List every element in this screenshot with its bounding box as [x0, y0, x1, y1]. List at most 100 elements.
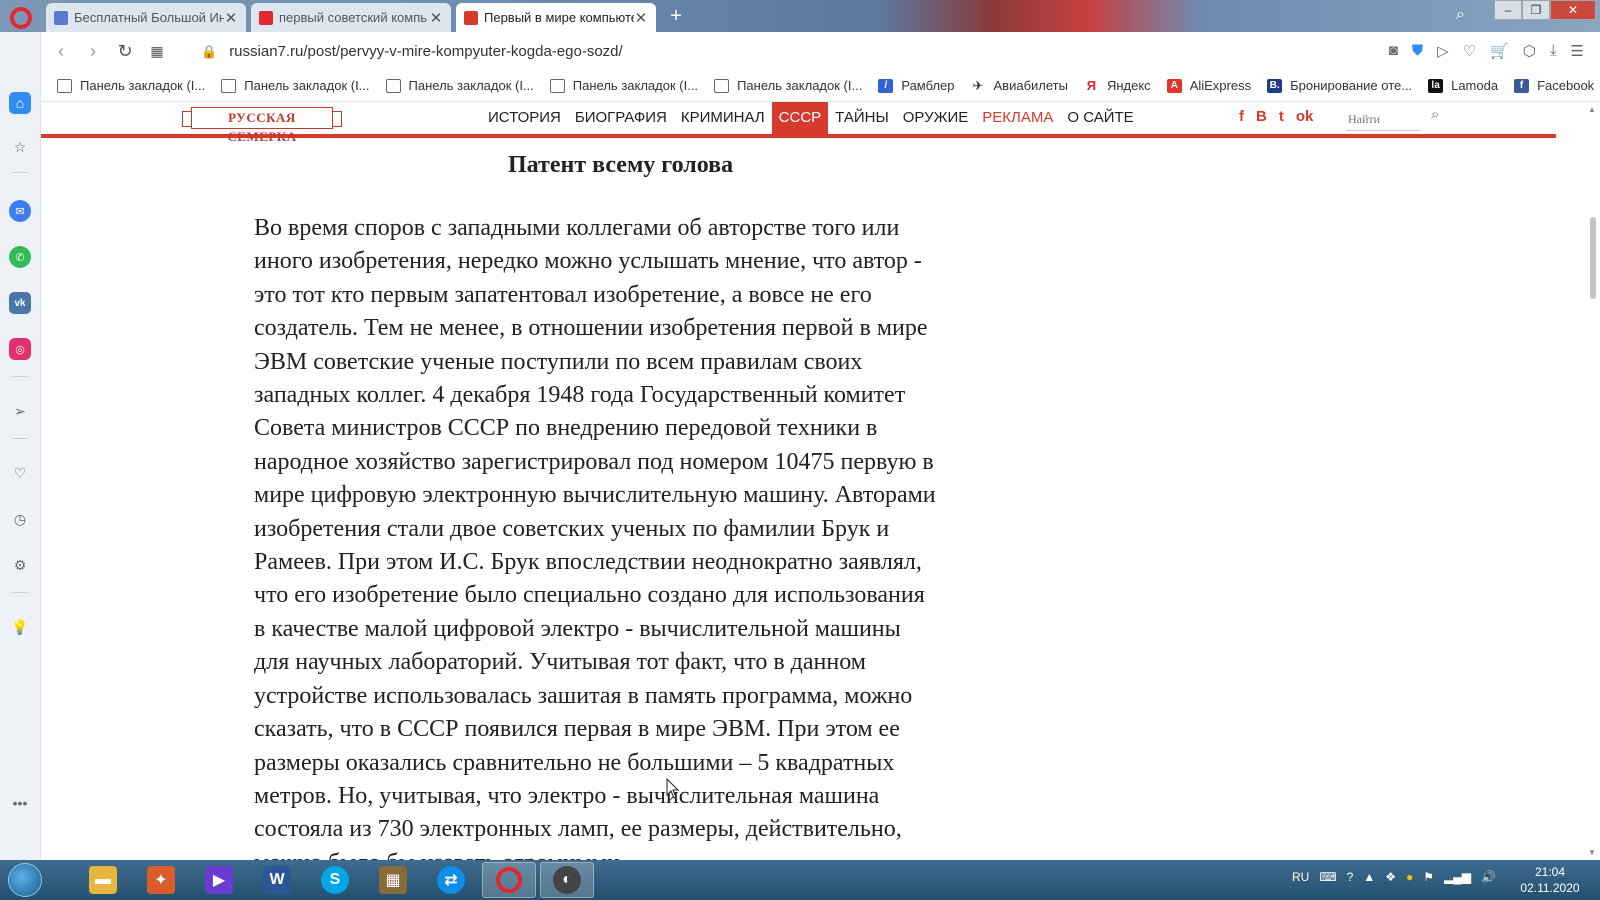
sidebar-divider [12, 172, 28, 173]
scroll-down-arrow-icon[interactable]: ▼ [1588, 848, 1596, 857]
tab-search-icon[interactable]: ⌕ [1456, 6, 1465, 24]
tray-app-icon[interactable]: ● [1406, 870, 1413, 884]
bookmark-folder-4[interactable]: Панель закладок (I... [549, 78, 698, 93]
vk-icon[interactable]: vk [9, 292, 31, 314]
nav-item-reklama[interactable]: РЕКЛАМА [975, 102, 1060, 134]
lamoda-icon: la [1428, 78, 1444, 93]
site-search-input[interactable] [1346, 109, 1420, 131]
star-icon[interactable]: ☆ [9, 136, 31, 158]
downloads-icon[interactable]: ⤓ [1550, 42, 1557, 60]
bookmark-heart-icon[interactable]: ♡ [1463, 42, 1476, 60]
taskbar-app-opera[interactable] [482, 862, 536, 898]
reload-icon[interactable]: ↻ [109, 41, 141, 62]
tab-1[interactable]: Бесплатный Большой Инт ✕ [46, 3, 246, 32]
bookmark-folder-2[interactable]: Панель закладок (I... [221, 78, 370, 93]
extensions-cube-icon[interactable]: ⬡ [1523, 42, 1536, 60]
taskbar-app-teamviewer[interactable]: ⇄ [424, 862, 478, 898]
settings-gear-icon[interactable]: ⚙ [9, 554, 31, 576]
odnoklassniki-social-icon[interactable]: ok [1296, 108, 1314, 125]
network-signal-icon[interactable]: ▂▄▆ [1444, 870, 1471, 884]
bookmark-folder-5[interactable]: Панель закладок (I... [714, 78, 862, 93]
folder-icon [549, 78, 565, 93]
twitter-social-icon[interactable]: t [1279, 108, 1284, 125]
tab-2[interactable]: первый советский компь ✕ [251, 3, 451, 32]
taskbar-app-explorer[interactable]: ▬ [76, 862, 130, 898]
home-icon[interactable]: ⌂ [9, 92, 31, 114]
minimize-button[interactable]: – [1494, 0, 1522, 20]
start-button[interactable] [8, 863, 42, 897]
tab-close-icon[interactable]: ✕ [634, 9, 648, 27]
bookmark-rambler[interactable]: / Рамблер [878, 78, 955, 93]
send-icon[interactable]: ➢ [9, 400, 31, 422]
forward-arrow-icon[interactable]: › [77, 41, 109, 62]
speed-dial-grid-icon[interactable]: ▦ [141, 43, 173, 60]
app-icon: ✦ [147, 866, 175, 894]
bookmark-facebook[interactable]: f Facebook [1514, 78, 1594, 93]
taskbar-app-2[interactable]: ✦ [134, 862, 188, 898]
site-logo[interactable]: РУССКАЯ СЕМЕРКА [182, 107, 342, 144]
bookmark-booking[interactable]: B. Бронирование оте... [1267, 78, 1412, 93]
whatsapp-icon[interactable]: ✆ [9, 246, 31, 268]
new-tab-button[interactable]: + [664, 6, 688, 28]
tab-close-icon[interactable]: ✕ [224, 9, 238, 27]
bookmark-aliexpress[interactable]: A AliExpress [1166, 78, 1251, 93]
more-options-icon[interactable]: ••• [9, 792, 31, 814]
volume-icon[interactable]: 🔊 [1481, 870, 1496, 884]
facebook-social-icon[interactable]: f [1239, 108, 1244, 125]
dropbox-icon[interactable]: ❖ [1385, 870, 1396, 884]
opera-menu-icon[interactable] [10, 7, 32, 29]
sidebar-divider [12, 592, 28, 593]
bookmark-folder-3[interactable]: Панель закладок (I... [385, 78, 534, 93]
scrollbar-thumb[interactable] [1590, 217, 1596, 299]
action-center-flag-icon[interactable]: ⚑ [1423, 870, 1434, 884]
help-icon[interactable]: ? [1347, 870, 1354, 884]
lightbulb-icon[interactable]: 💡 [9, 616, 31, 638]
url-field[interactable]: 🔒 russian7.ru/post/pervyy-v-mire-kompyute… [201, 43, 623, 60]
nav-item-biografiya[interactable]: БИОГРАФИЯ [568, 102, 674, 134]
nav-item-tainy[interactable]: ТАЙНЫ [828, 102, 896, 134]
taskbar-app-skype[interactable]: S [308, 862, 362, 898]
nav-item-oruzhie[interactable]: ОРУЖИЕ [896, 102, 976, 134]
shopping-cart-icon[interactable]: 🛒 [1490, 42, 1509, 60]
system-clock[interactable]: 21:04 02.11.2020 [1510, 864, 1590, 896]
heart-icon[interactable]: ♡ [9, 462, 31, 484]
maximize-button[interactable]: ❐ [1522, 0, 1550, 20]
bookmark-lamoda[interactable]: la Lamoda [1428, 78, 1498, 93]
camera-snapshot-icon[interactable]: ◙ [1389, 42, 1398, 60]
opera-icon [496, 867, 522, 893]
nav-item-o-saite[interactable]: О САЙТЕ [1060, 102, 1140, 134]
keyboard-icon[interactable]: ⌨ [1319, 870, 1336, 884]
tab-3-active[interactable]: Первый в мире компьюте ✕ [456, 3, 656, 32]
messenger-icon[interactable]: ✉ [9, 200, 31, 222]
instagram-icon[interactable]: ◎ [9, 338, 31, 360]
taskbar-app-word[interactable]: W [250, 862, 304, 898]
history-clock-icon[interactable]: ◷ [9, 508, 31, 530]
vk-social-icon[interactable]: B [1256, 108, 1267, 125]
page-scrollbar[interactable]: ▲ ▼ [1585, 102, 1600, 860]
nav-item-sssr[interactable]: СССР [771, 102, 829, 134]
back-arrow-icon[interactable]: ‹ [45, 41, 77, 62]
scroll-up-arrow-icon[interactable]: ▲ [1588, 105, 1596, 114]
bookmark-folder-1[interactable]: Панель закладок (I... [57, 78, 205, 93]
social-links: f B t ok [1239, 108, 1313, 125]
sidebar-divider [12, 376, 28, 377]
tab-title: Первый в мире компьюте [484, 10, 634, 25]
taskbar-app-3[interactable]: ▶ [192, 862, 246, 898]
search-icon[interactable]: ⌕ [1431, 106, 1439, 123]
taskbar-app-6[interactable]: ▦ [366, 862, 420, 898]
taskbar-app-9[interactable]: ◐ [540, 862, 594, 898]
send-page-icon[interactable]: ▷ [1437, 42, 1449, 60]
folder-icon [714, 78, 730, 93]
tab-close-icon[interactable]: ✕ [429, 9, 443, 27]
rambler-icon: / [878, 78, 894, 93]
adblock-shield-icon[interactable]: ⛊ [1412, 42, 1423, 60]
easy-setup-icon[interactable]: ☰ [1571, 42, 1584, 60]
nav-item-kriminal[interactable]: КРИМИНАЛ [674, 102, 772, 134]
tray-expand-icon[interactable]: ▲ [1363, 870, 1375, 884]
nav-item-istoriya[interactable]: ИСТОРИЯ [481, 102, 568, 134]
bookmark-yandex[interactable]: Я Яндекс [1083, 78, 1151, 93]
bookmark-aviabilety[interactable]: ✈ Авиабилеты [970, 78, 1068, 93]
language-indicator[interactable]: RU [1292, 870, 1309, 884]
url-text: russian7.ru/post/pervyy-v-mire-kompyuter… [229, 42, 623, 60]
close-window-button[interactable]: ✕ [1550, 0, 1596, 20]
